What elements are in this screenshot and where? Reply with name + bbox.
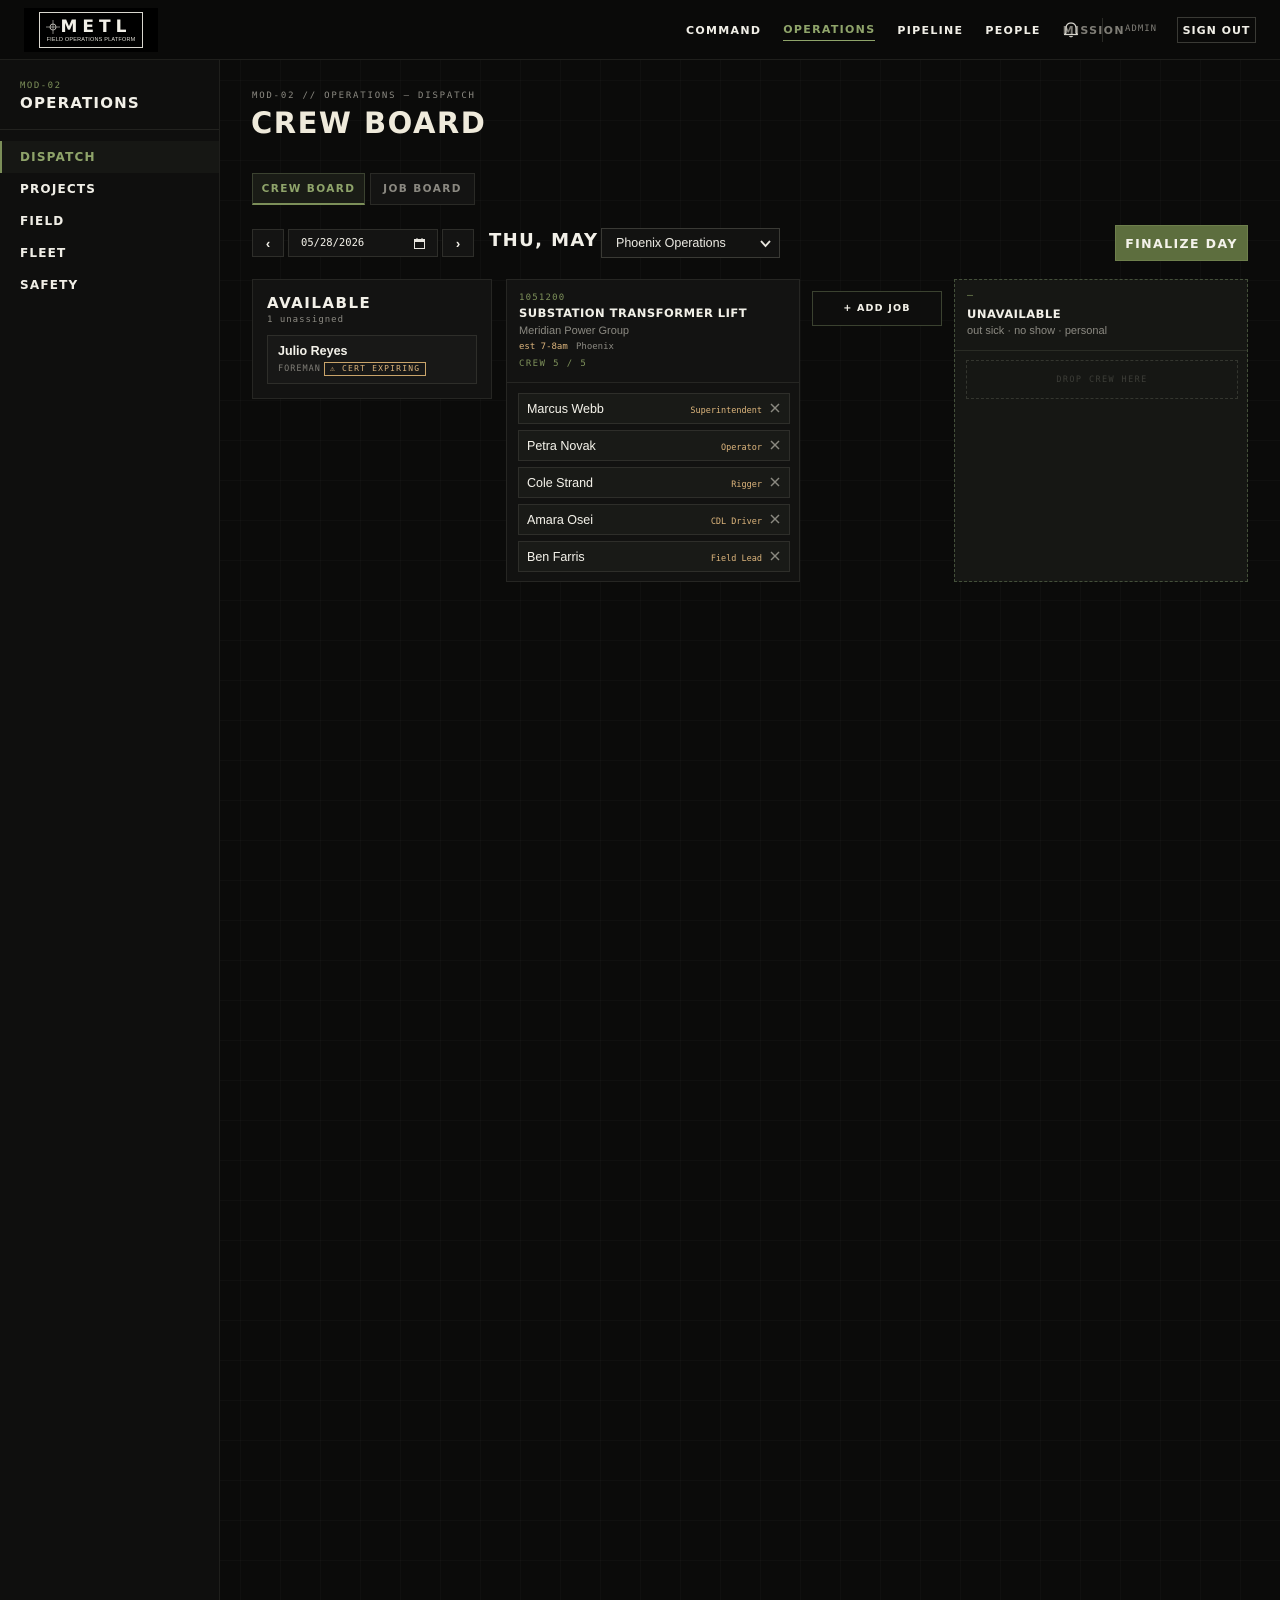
- crew-role: Rigger: [731, 480, 762, 490]
- nav-command[interactable]: COMMAND: [686, 20, 761, 41]
- close-icon[interactable]: [769, 402, 781, 414]
- available-column: AVAILABLE 1 unassigned Julio Reyes FOREM…: [252, 279, 492, 399]
- nav-pipeline[interactable]: PIPELINE: [897, 20, 963, 41]
- finalize-day-button[interactable]: FINALIZE DAY: [1115, 225, 1248, 261]
- nav-divider: [1102, 18, 1103, 42]
- nav-people[interactable]: PEOPLE: [985, 20, 1040, 41]
- job-header[interactable]: 1051200 SUBSTATION TRANSFORMER LIFT Meri…: [507, 280, 799, 383]
- close-icon[interactable]: [769, 550, 781, 562]
- date-input[interactable]: 05/28/2026: [288, 229, 438, 257]
- unavailable-title: UNAVAILABLE: [967, 307, 1062, 321]
- job-crew-count: CREW 5 / 5: [519, 359, 588, 369]
- crew-name: Cole Strand: [527, 476, 594, 490]
- crew-drop-zone[interactable]: DROP CREW HERE: [966, 360, 1238, 399]
- close-icon[interactable]: [769, 439, 781, 451]
- tab-crew-board[interactable]: CREW BOARD: [252, 173, 365, 205]
- cert-expiring-badge: ⚠ CERT EXPIRING: [324, 362, 427, 376]
- sign-out-button[interactable]: SIGN OUT: [1177, 17, 1256, 43]
- sidebar-divider: [0, 129, 219, 130]
- crew-name: Petra Novak: [527, 439, 596, 453]
- breadcrumb: MOD-02 // OPERATIONS — DISPATCH: [252, 91, 476, 101]
- crew-card[interactable]: Julio Reyes FOREMAN ⚠ CERT EXPIRING: [267, 335, 477, 384]
- sidebar-module-code: MOD-02: [20, 81, 62, 91]
- assigned-crew-row[interactable]: Amara Osei CDL Driver: [518, 504, 790, 535]
- job-number: 1051200: [519, 293, 566, 303]
- nav-operations[interactable]: OPERATIONS: [783, 19, 876, 41]
- job-location: Phoenix: [576, 342, 614, 352]
- page-title: CREW BOARD: [251, 106, 487, 140]
- sidebar-item-fleet[interactable]: FLEET: [0, 237, 219, 269]
- crew-name: Ben Farris: [527, 550, 585, 564]
- bell-icon[interactable]: [1062, 20, 1080, 38]
- target-crosshair-icon: [46, 20, 60, 34]
- logo-frame: METL FIELD OPERATIONS PLATFORM: [39, 12, 143, 48]
- crew-name: Julio Reyes: [278, 344, 348, 358]
- sidebar-title: OPERATIONS: [20, 94, 140, 112]
- add-job-button[interactable]: + ADD JOB: [812, 291, 942, 326]
- unavailable-marker: —: [967, 290, 974, 301]
- available-title: AVAILABLE: [267, 294, 372, 312]
- sidebar: MOD-02 OPERATIONS DISPATCH PROJECTS FIEL…: [0, 60, 220, 1600]
- date-input-value: 05/28/2026: [301, 237, 365, 249]
- assigned-crew-row[interactable]: Marcus Webb Superintendent: [518, 393, 790, 424]
- top-bar: METL FIELD OPERATIONS PLATFORM COMMAND O…: [0, 0, 1280, 60]
- crew-name: Marcus Webb: [527, 402, 604, 416]
- sidebar-item-projects[interactable]: PROJECTS: [0, 173, 219, 205]
- assigned-crew-row[interactable]: Ben Farris Field Lead: [518, 541, 790, 572]
- crew-role: FOREMAN: [278, 364, 321, 374]
- unavailable-reasons: out sick · no show · personal: [967, 325, 1108, 337]
- job-estimate: est 7-8am: [519, 342, 568, 352]
- job-client: Meridian Power Group: [519, 325, 630, 337]
- crew-role: Operator: [721, 443, 762, 453]
- chevron-down-icon: [760, 240, 771, 248]
- crew-role: Field Lead: [710, 554, 762, 564]
- calendar-icon[interactable]: [414, 238, 425, 249]
- sidebar-item-dispatch[interactable]: DISPATCH: [0, 141, 219, 173]
- region-select-value: Phoenix Operations: [616, 236, 726, 250]
- sidebar-item-safety[interactable]: SAFETY: [0, 269, 219, 301]
- crew-name: Amara Osei: [527, 513, 593, 527]
- sidebar-item-field[interactable]: FIELD: [0, 205, 219, 237]
- assigned-crew-row[interactable]: Cole Strand Rigger: [518, 467, 790, 498]
- crew-role: Superintendent: [690, 406, 762, 416]
- tab-job-board[interactable]: JOB BOARD: [370, 173, 475, 205]
- region-select[interactable]: Phoenix Operations: [601, 228, 780, 258]
- prev-day-button[interactable]: ‹: [252, 229, 284, 257]
- next-day-button[interactable]: ›: [442, 229, 474, 257]
- job-title: SUBSTATION TRANSFORMER LIFT: [519, 306, 748, 320]
- close-icon[interactable]: [769, 476, 781, 488]
- unavailable-divider: [955, 350, 1247, 351]
- unavailable-column: — UNAVAILABLE out sick · no show · perso…: [954, 279, 1248, 582]
- logo-subtitle: FIELD OPERATIONS PLATFORM: [46, 36, 136, 43]
- close-icon[interactable]: [769, 513, 781, 525]
- crew-role: CDL Driver: [710, 517, 762, 527]
- job-card: 1051200 SUBSTATION TRANSFORMER LIFT Meri…: [506, 279, 800, 582]
- available-count: 1 unassigned: [267, 315, 345, 325]
- assigned-crew-row[interactable]: Petra Novak Operator: [518, 430, 790, 461]
- user-role: ADMIN: [1125, 24, 1158, 34]
- logo[interactable]: METL FIELD OPERATIONS PLATFORM: [24, 8, 158, 52]
- logo-wordmark: METL: [60, 16, 132, 37]
